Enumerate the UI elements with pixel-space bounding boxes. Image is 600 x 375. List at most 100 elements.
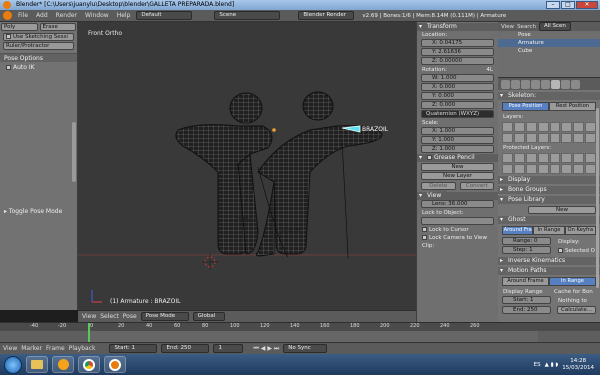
skeleton-panel-header[interactable]: Skeleton: <box>498 92 600 100</box>
checkbox-icon[interactable] <box>422 235 427 240</box>
taskbar-chrome[interactable] <box>78 356 100 373</box>
calculate-button[interactable]: Calculate... <box>557 306 596 314</box>
object-tab-icon[interactable] <box>531 79 540 89</box>
protected-layers-grid-row2[interactable] <box>502 164 596 174</box>
rotation-mode-dropdown[interactable]: Quaternion (WXYZ) <box>421 110 494 118</box>
mp-end-field[interactable]: End: 250 <box>502 305 551 314</box>
lens-field[interactable]: Lens: 36.000 <box>421 200 494 208</box>
taskbar-explorer[interactable] <box>26 356 48 373</box>
ghost-in-range-button[interactable]: In Range <box>533 226 565 235</box>
clock[interactable]: 14:28 15/03/2014 <box>562 358 594 372</box>
ghost-on-keyframes-button[interactable]: On Keyfra <box>564 226 596 235</box>
rest-position-button[interactable]: Rest Position <box>549 102 596 111</box>
view-panel-header[interactable]: View <box>417 192 498 200</box>
scale-y-field[interactable]: Y: 1.000 <box>421 136 494 144</box>
rotation-z-field[interactable]: Z: 0.000 <box>421 101 494 109</box>
menu-help[interactable]: Help <box>115 12 133 19</box>
erase-button[interactable]: Erase <box>39 23 76 31</box>
menu-pose[interactable]: Pose <box>123 313 137 320</box>
rotation-w-field[interactable]: W: 1.000 <box>421 74 494 82</box>
tray-icons[interactable]: ▲ ▮ ◗ <box>545 362 559 368</box>
checkbox-icon[interactable] <box>6 65 11 70</box>
mp-start-field[interactable]: Start: 1 <box>502 296 551 304</box>
display-panel-header[interactable]: Display <box>498 176 600 184</box>
grease-pencil-new-button[interactable]: New <box>421 163 494 171</box>
editor-type-icon[interactable] <box>3 11 12 20</box>
scene-tab-icon[interactable] <box>511 79 520 89</box>
convert-button[interactable]: Convert <box>459 182 494 190</box>
location-y-field[interactable]: Y: 2.61636 <box>421 48 494 56</box>
transform-panel-header[interactable]: Transform <box>417 23 498 31</box>
use-sketching-button[interactable]: Use Sketching Sessi <box>3 33 74 41</box>
timeline-menu-marker[interactable]: Marker <box>21 345 42 352</box>
layers-grid-row2[interactable] <box>502 133 596 143</box>
ghost-step-field[interactable]: Step: 1 <box>502 246 551 254</box>
pose-position-button[interactable]: Pose Position <box>502 102 549 111</box>
outliner-item-cube[interactable]: Cube <box>498 47 600 55</box>
mode-dropdown[interactable]: Pose Mode <box>140 312 189 321</box>
outliner-filter-dropdown[interactable]: All Scen <box>538 22 571 31</box>
new-layer-button[interactable]: New Layer <box>421 172 494 180</box>
scale-z-field[interactable]: Z: 1.000 <box>421 145 494 153</box>
layout-dropdown[interactable]: Default <box>136 11 193 20</box>
inverse-kinematics-panel-header[interactable]: Inverse Kinematics <box>498 257 600 265</box>
bone-constraint-tab-icon[interactable] <box>571 79 580 89</box>
render-tab-icon[interactable] <box>501 79 510 89</box>
auto-ik-option[interactable]: Auto IK <box>0 62 77 73</box>
timeline-current-frame-marker[interactable] <box>88 323 90 343</box>
menu-add[interactable]: Add <box>34 12 50 19</box>
checkbox-icon[interactable] <box>6 34 11 39</box>
scale-x-field[interactable]: X: 1.000 <box>421 127 494 135</box>
armature-data-tab-icon[interactable] <box>551 79 560 89</box>
pose-library-new-button[interactable]: New <box>528 206 596 214</box>
timeline-ruler[interactable]: -40 -20 0 20 40 60 80 100 120 140 160 18… <box>0 323 600 331</box>
lock-cursor-option[interactable]: Lock to Cursor <box>417 226 498 234</box>
orientation-dropdown[interactable]: Global <box>192 312 225 321</box>
grease-pencil-panel-header[interactable]: Grease Pencil <box>417 154 498 162</box>
mp-in-range-button[interactable]: In Range <box>549 277 596 286</box>
taskbar-blender[interactable] <box>104 356 126 373</box>
timeline[interactable]: -40 -20 0 20 40 60 80 100 120 140 160 18… <box>0 322 600 343</box>
rotation-y-field[interactable]: Y: 0.000 <box>421 92 494 100</box>
scene-dropdown[interactable]: Scene <box>214 11 281 20</box>
motion-paths-panel-header[interactable]: Motion Paths <box>498 267 600 275</box>
timeline-menu-view[interactable]: View <box>3 345 17 352</box>
layers-grid[interactable] <box>502 122 596 132</box>
mp-around-frame-button[interactable]: Around Frame <box>502 277 549 286</box>
timeline-menu-playback[interactable]: Playback <box>69 345 96 352</box>
location-z-field[interactable]: Z: 0.00000 <box>421 57 494 65</box>
checkbox-icon[interactable] <box>427 155 432 160</box>
outliner-menu-view[interactable]: View <box>501 24 514 30</box>
ghost-range-field[interactable]: Range: 0 <box>502 237 551 245</box>
3d-viewport[interactable]: BRAZOIL BRAZOD PIERNAL PIERNA Front Orth… <box>78 22 416 310</box>
language-indicator[interactable]: ES <box>534 362 541 368</box>
menu-render[interactable]: Render <box>54 12 79 19</box>
constraints-tab-icon[interactable] <box>541 79 550 89</box>
start-button[interactable] <box>4 355 22 374</box>
tool-shelf-scrollbar[interactable] <box>72 122 76 182</box>
pose-options-header[interactable]: Pose Options <box>0 53 77 62</box>
maximize-button[interactable]: □ <box>561 1 575 9</box>
minimize-button[interactable]: – <box>546 1 560 9</box>
pose-library-panel-header[interactable]: Pose Library <box>498 196 600 204</box>
bone-tab-icon[interactable] <box>561 79 570 89</box>
close-button[interactable]: ✕ <box>576 1 598 9</box>
outliner-item-pose[interactable]: Pose <box>498 31 600 39</box>
lock-object-field[interactable] <box>421 217 494 225</box>
taskbar-media-player[interactable] <box>52 356 74 373</box>
protected-layers-grid[interactable] <box>502 153 596 163</box>
world-tab-icon[interactable] <box>521 79 530 89</box>
rotation-mode-tag[interactable]: 4L <box>481 66 498 74</box>
timeline-menu-frame[interactable]: Frame <box>46 345 65 352</box>
checkbox-icon[interactable] <box>558 247 563 253</box>
properties-scrollbar[interactable] <box>596 108 599 288</box>
menu-window[interactable]: Window <box>83 12 111 19</box>
selected-only-option[interactable]: Selected O <box>553 247 600 255</box>
delete-frame-button[interactable]: Delete Frame <box>421 182 456 195</box>
menu-file[interactable]: File <box>16 12 30 19</box>
start-frame-field[interactable]: Start: 1 <box>109 344 158 353</box>
sync-dropdown[interactable]: No Sync <box>283 344 328 353</box>
lock-camera-option[interactable]: Lock Camera to View <box>417 234 498 242</box>
toggle-pose-mode-panel[interactable]: ▸ Toggle Pose Mode <box>0 208 78 215</box>
menu-select[interactable]: Select <box>100 313 119 320</box>
